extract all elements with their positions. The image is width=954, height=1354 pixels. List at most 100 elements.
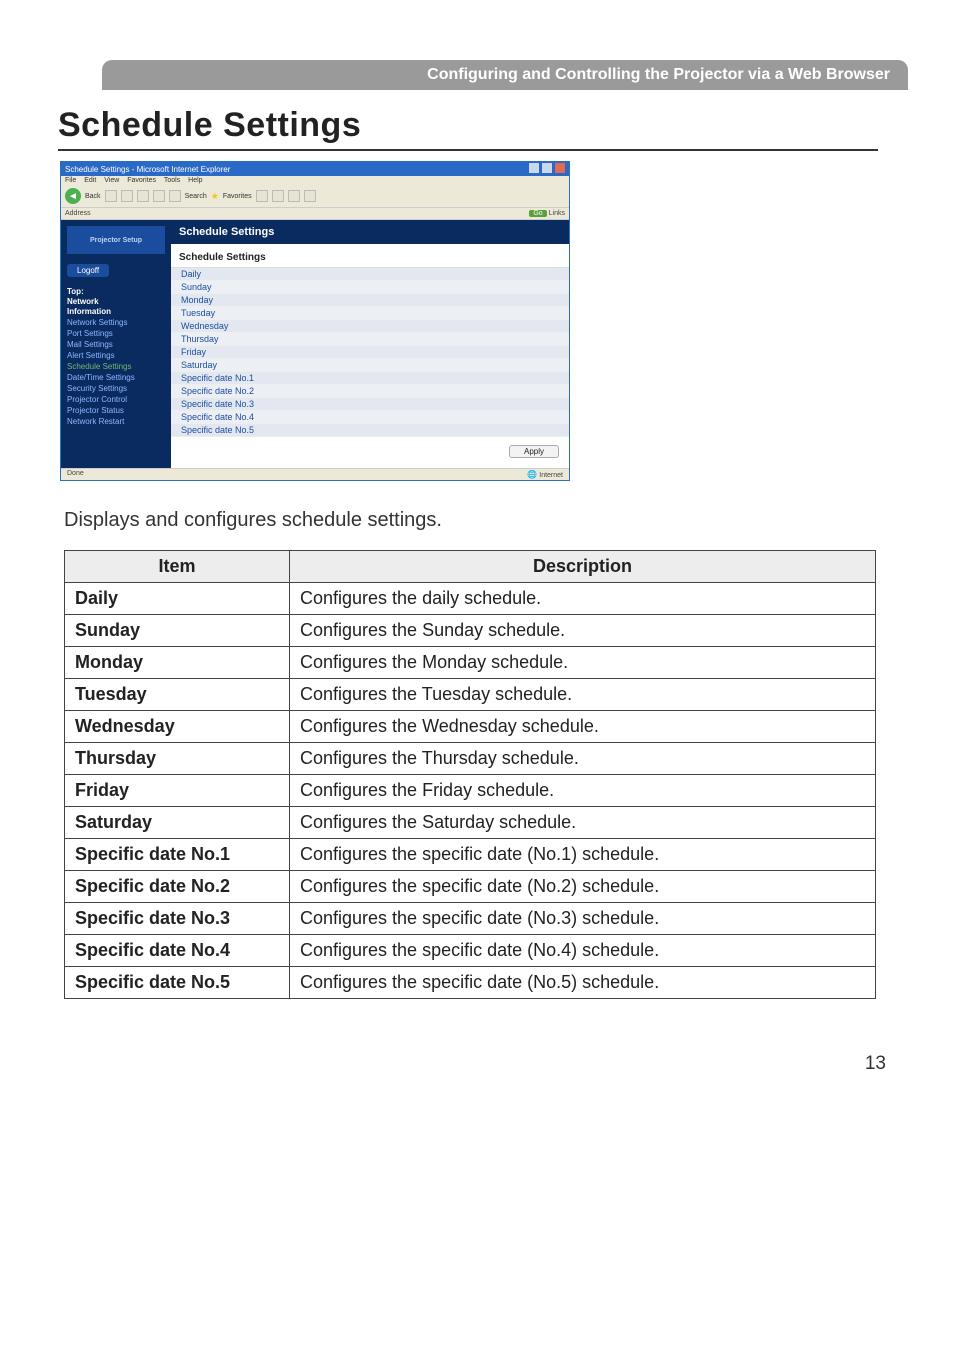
address-label: Address: [65, 210, 91, 217]
table-cell-item: Saturday: [65, 807, 290, 839]
table-cell-description: Configures the Monday schedule.: [290, 647, 876, 679]
schedule-row: Tuesday: [171, 307, 569, 320]
table-cell-description: Configures the Thursday schedule.: [290, 743, 876, 775]
table-cell-item: Daily: [65, 583, 290, 615]
window-title: Schedule Settings - Microsoft Internet E…: [65, 165, 230, 174]
search-label: Search: [185, 193, 207, 200]
table-cell-item: Specific date No.1: [65, 839, 290, 871]
table-row: Specific date No.4Configures the specifi…: [65, 935, 876, 967]
table-cell-item: Wednesday: [65, 711, 290, 743]
menu-file: File: [65, 177, 76, 184]
sidebar-item: Date/Time Settings: [67, 373, 165, 382]
table-cell-description: Configures the specific date (No.2) sche…: [290, 871, 876, 903]
close-icon: [555, 163, 565, 173]
table-row: Specific date No.1Configures the specifi…: [65, 839, 876, 871]
sidebar-item: Alert Settings: [67, 351, 165, 360]
table-cell-description: Configures the specific date (No.5) sche…: [290, 967, 876, 999]
history-icon: [272, 190, 284, 202]
table-header-description: Description: [290, 551, 876, 583]
embedded-screenshot: Schedule Settings - Microsoft Internet E…: [60, 161, 570, 481]
table-row: DailyConfigures the daily schedule.: [65, 583, 876, 615]
media-icon: [256, 190, 268, 202]
menu-help: Help: [188, 177, 202, 184]
browser-toolbar: ◄ Back Search ★ Favorites: [61, 185, 569, 208]
sidebar-item: Schedule Settings: [67, 362, 165, 371]
menu-view: View: [104, 177, 119, 184]
schedule-row: Specific date No.4: [171, 411, 569, 424]
print-icon: [304, 190, 316, 202]
page-number: 13: [0, 1053, 954, 1075]
mail-icon: [288, 190, 300, 202]
sidebar-group-information: Information: [67, 307, 165, 316]
table-cell-description: Configures the Friday schedule.: [290, 775, 876, 807]
table-cell-item: Tuesday: [65, 679, 290, 711]
status-done: Done: [67, 470, 84, 479]
menu-favorites: Favorites: [127, 177, 156, 184]
table-cell-item: Specific date No.2: [65, 871, 290, 903]
table-row: SundayConfigures the Sunday schedule.: [65, 615, 876, 647]
schedule-row: Specific date No.1: [171, 372, 569, 385]
logoff-button: Logoff: [67, 264, 109, 277]
favorites-label: Favorites: [223, 193, 252, 200]
main-panel-subheader: Schedule Settings: [171, 244, 569, 267]
table-cell-item: Friday: [65, 775, 290, 807]
home-icon: [153, 190, 165, 202]
maximize-icon: [542, 163, 552, 173]
intro-text: Displays and configures schedule setting…: [64, 509, 954, 532]
table-cell-description: Configures the specific date (No.4) sche…: [290, 935, 876, 967]
table-cell-description: Configures the Saturday schedule.: [290, 807, 876, 839]
table-cell-item: Sunday: [65, 615, 290, 647]
table-cell-description: Configures the specific date (No.3) sche…: [290, 903, 876, 935]
sidebar-item: Projector Control: [67, 395, 165, 404]
sidebar-item: Port Settings: [67, 329, 165, 338]
go-button: Go: [529, 210, 546, 217]
address-bar: Address Go Links: [61, 208, 569, 220]
schedule-row: Sunday: [171, 281, 569, 294]
table-row: Specific date No.3Configures the specifi…: [65, 903, 876, 935]
schedule-row: Friday: [171, 346, 569, 359]
table-row: SaturdayConfigures the Saturday schedule…: [65, 807, 876, 839]
links-label: Links: [549, 210, 565, 217]
table-cell-item: Thursday: [65, 743, 290, 775]
table-row: TuesdayConfigures the Tuesday schedule.: [65, 679, 876, 711]
browser-menubar: File Edit View Favorites Tools Help: [61, 176, 569, 185]
apply-button: Apply: [509, 445, 559, 458]
schedule-settings-table: Item Description DailyConfigures the dai…: [64, 550, 876, 999]
table-row: Specific date No.5Configures the specifi…: [65, 967, 876, 999]
sidebar-item: Network Restart: [67, 417, 165, 426]
schedule-row: Daily: [171, 268, 569, 281]
sidebar-group-top: Top:: [67, 287, 165, 296]
back-label: Back: [85, 193, 101, 200]
table-cell-description: Configures the Sunday schedule.: [290, 615, 876, 647]
internet-zone-label: Internet: [527, 470, 563, 479]
sidebar-item: Projector Status: [67, 406, 165, 415]
sidebar-item: Mail Settings: [67, 340, 165, 349]
status-bar: Done Internet: [61, 468, 569, 480]
schedule-row: Specific date No.5: [171, 424, 569, 437]
table-cell-item: Monday: [65, 647, 290, 679]
table-row: ThursdayConfigures the Thursday schedule…: [65, 743, 876, 775]
schedule-row: Thursday: [171, 333, 569, 346]
schedule-row: Wednesday: [171, 320, 569, 333]
table-cell-description: Configures the Wednesday schedule.: [290, 711, 876, 743]
schedule-row: Specific date No.2: [171, 385, 569, 398]
table-header-item: Item: [65, 551, 290, 583]
page-title: Schedule Settings: [58, 106, 878, 151]
table-cell-description: Configures the daily schedule.: [290, 583, 876, 615]
table-row: FridayConfigures the Friday schedule.: [65, 775, 876, 807]
window-titlebar: Schedule Settings - Microsoft Internet E…: [61, 162, 569, 176]
schedule-row: Specific date No.3: [171, 398, 569, 411]
minimize-icon: [529, 163, 539, 173]
window-control-buttons: [528, 163, 565, 175]
table-cell-description: Configures the specific date (No.1) sche…: [290, 839, 876, 871]
favorites-star-icon: ★: [211, 191, 219, 202]
table-cell-item: Specific date No.3: [65, 903, 290, 935]
schedule-row: Saturday: [171, 359, 569, 372]
schedule-row: Monday: [171, 294, 569, 307]
sidebar-group-network: Network: [67, 297, 165, 306]
schedule-row-list: DailySundayMondayTuesdayWednesdayThursda…: [171, 267, 569, 437]
projector-setup-graphic: Projector Setup: [67, 226, 165, 254]
main-panel-header: Schedule Settings: [171, 220, 569, 244]
search-icon: [169, 190, 181, 202]
table-row: WednesdayConfigures the Wednesday schedu…: [65, 711, 876, 743]
